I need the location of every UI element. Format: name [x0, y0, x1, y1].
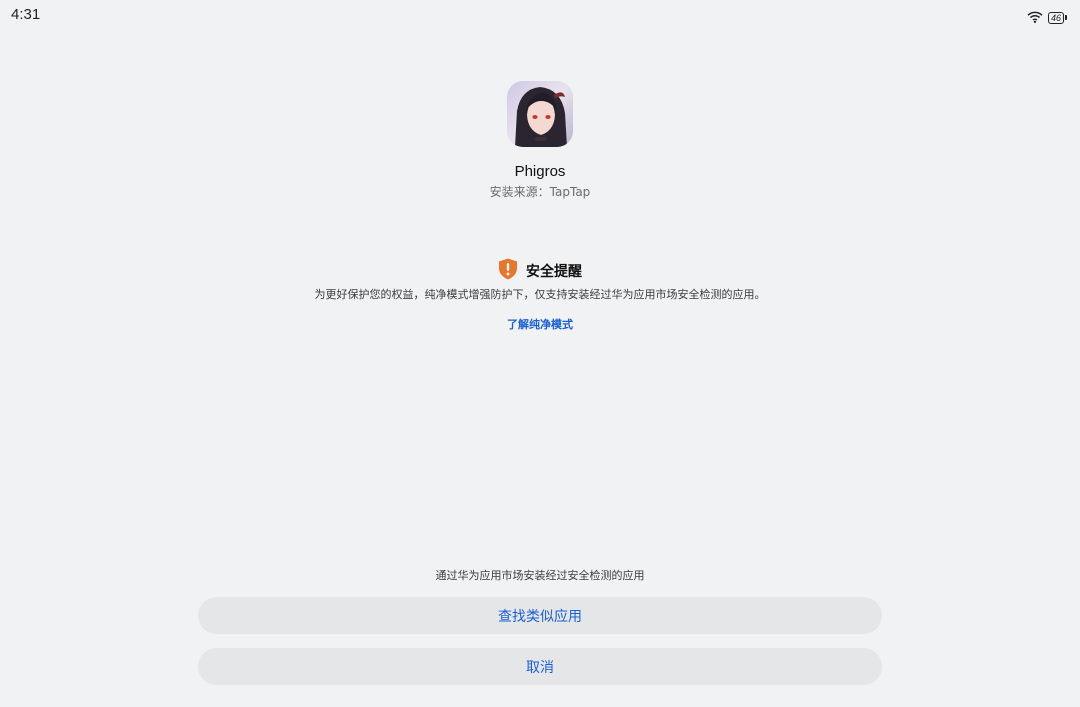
- security-notice-title: 安全提醒: [526, 264, 582, 280]
- install-source: 安装来源：TapTap: [489, 185, 591, 199]
- find-similar-apps-button[interactable]: 查找类似应用: [198, 597, 882, 634]
- find-similar-apps-label: 查找类似应用: [498, 608, 582, 625]
- app-name: Phigros: [514, 163, 566, 180]
- shield-warning-icon: [498, 258, 518, 284]
- cancel-button[interactable]: 取消: [198, 648, 882, 685]
- battery-level: 46: [1047, 11, 1064, 24]
- status-time: 4:31: [11, 6, 41, 23]
- footer-hint: 通过华为应用市场安装经过安全检测的应用: [435, 569, 645, 582]
- security-notice-header: 安全提醒: [0, 258, 1080, 284]
- app-icon: [507, 81, 573, 147]
- learn-pure-mode-link[interactable]: 了解纯净模式: [0, 316, 1080, 332]
- wifi-icon: [1027, 8, 1043, 27]
- cancel-label: 取消: [526, 659, 554, 676]
- security-notice-message: 为更好保护您的权益，纯净模式增强防护下，仅支持安装经过华为应用市场安全检测的应用…: [314, 288, 766, 301]
- status-icons: 46: [1027, 8, 1067, 27]
- battery-icon: 46: [1047, 11, 1067, 24]
